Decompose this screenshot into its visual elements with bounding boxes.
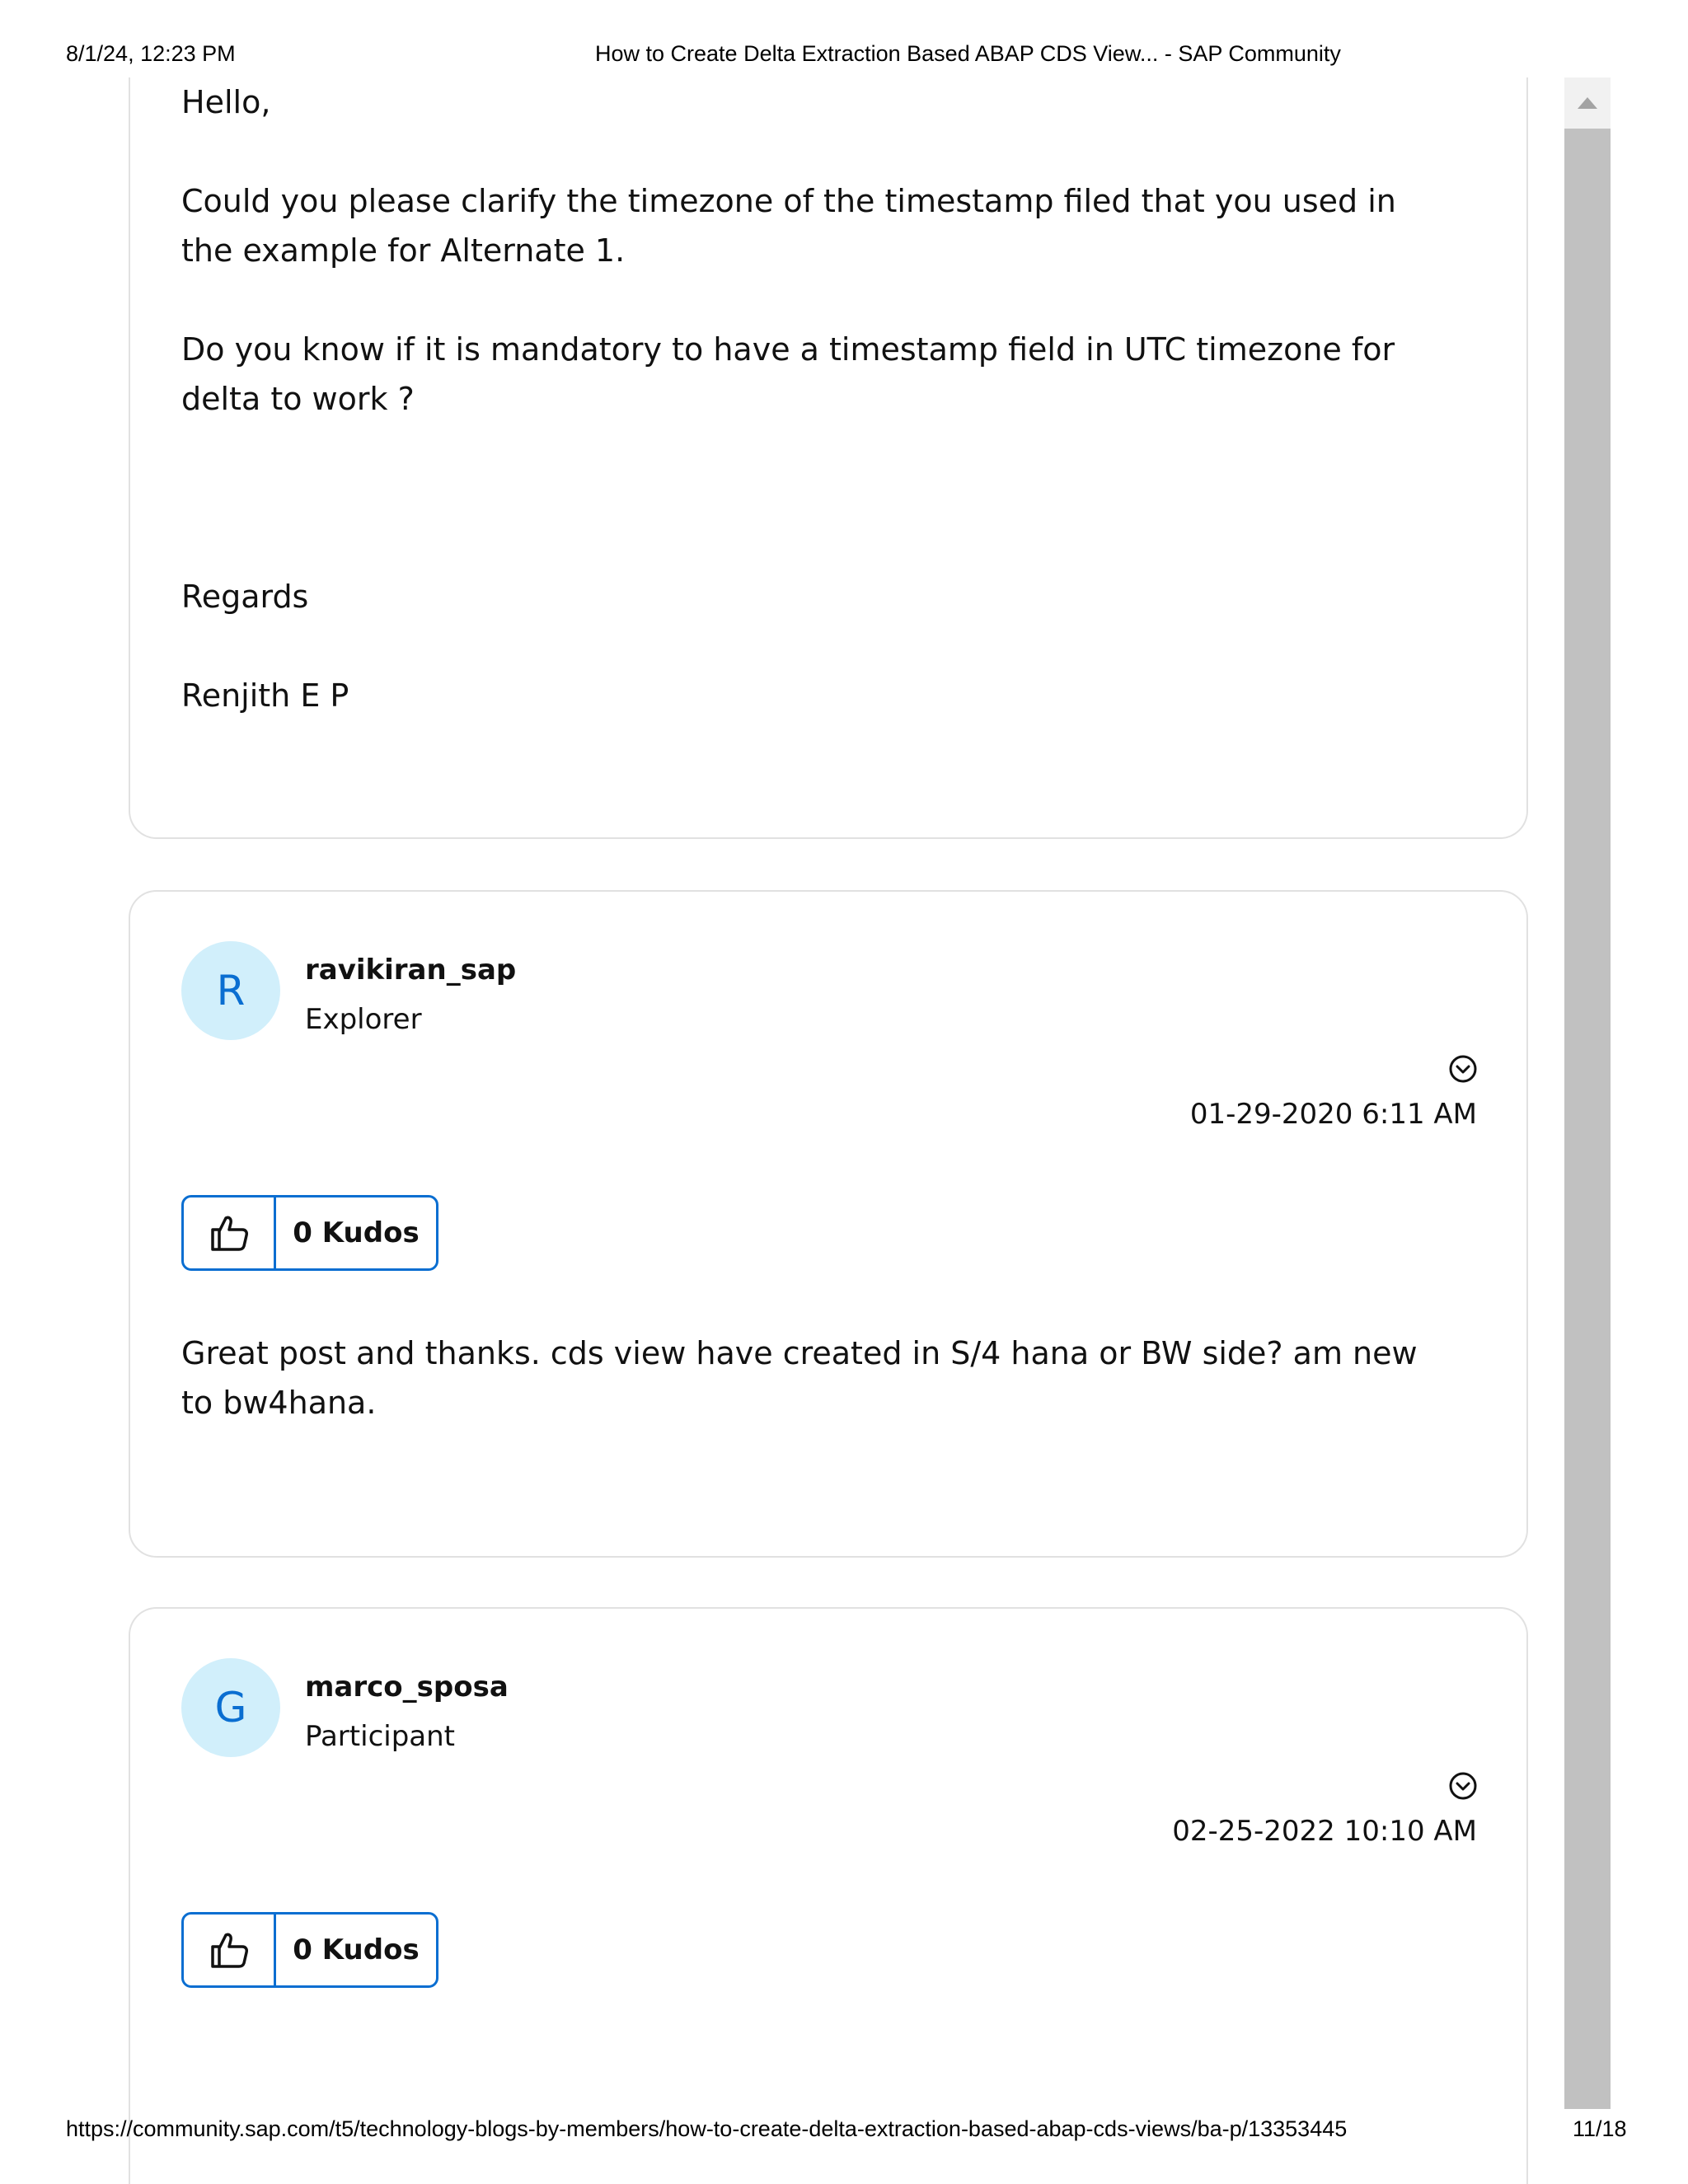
thumbs-up-icon[interactable] [184, 1197, 276, 1268]
chevron-down-circle-icon[interactable] [1449, 1772, 1477, 1800]
comment-body: Great post and thanks. cds view have cre… [181, 1335, 1418, 1421]
post-date: 02-25-2022 10:10 AM [1172, 1815, 1477, 1848]
comment-card: Hello, Could you please clarify the time… [129, 77, 1528, 839]
kudos-count: 0 Kudos [293, 1933, 420, 1966]
author-rank: Explorer [305, 1003, 422, 1036]
comment-card: G marco_sposa Participant 02-25-2022 10:… [129, 1607, 1528, 2184]
avatar[interactable]: R [181, 941, 280, 1040]
kudos-button[interactable]: 0 Kudos [181, 1195, 438, 1271]
comment-signature: Renjith E P [181, 677, 349, 714]
author-name[interactable]: ravikiran_sap [305, 954, 516, 987]
scrollbar-thumb[interactable] [1564, 129, 1611, 2109]
print-page-title: How to Create Delta Extraction Based ABA… [595, 41, 1341, 66]
comment-paragraph: Do you know if it is mandatory to have a… [181, 331, 1395, 417]
print-page-number: 11/18 [1573, 2116, 1627, 2141]
comment-signoff: Regards [181, 579, 309, 615]
avatar[interactable]: G [181, 1658, 280, 1757]
thumbs-up-icon[interactable] [184, 1915, 276, 1985]
kudos-count: 0 Kudos [293, 1216, 420, 1249]
comment-paragraph: Could you please clarify the timezone of… [181, 183, 1396, 269]
chevron-down-circle-icon[interactable] [1449, 1055, 1477, 1083]
kudos-button[interactable]: 0 Kudos [181, 1912, 438, 1988]
scrollbar[interactable] [1564, 77, 1611, 2109]
author-name[interactable]: marco_sposa [305, 1671, 509, 1704]
comment-card: R ravikiran_sap Explorer 01-29-2020 6:11… [129, 890, 1528, 1558]
comment-greeting: Hello, [181, 84, 271, 120]
post-date: 01-29-2020 6:11 AM [1189, 1098, 1477, 1131]
author-rank: Participant [305, 1720, 456, 1753]
scroll-up-arrow-icon[interactable] [1564, 77, 1611, 129]
print-url: https://community.sap.com/t5/technology-… [66, 2116, 1348, 2141]
print-datetime: 8/1/24, 12:23 PM [66, 41, 236, 66]
